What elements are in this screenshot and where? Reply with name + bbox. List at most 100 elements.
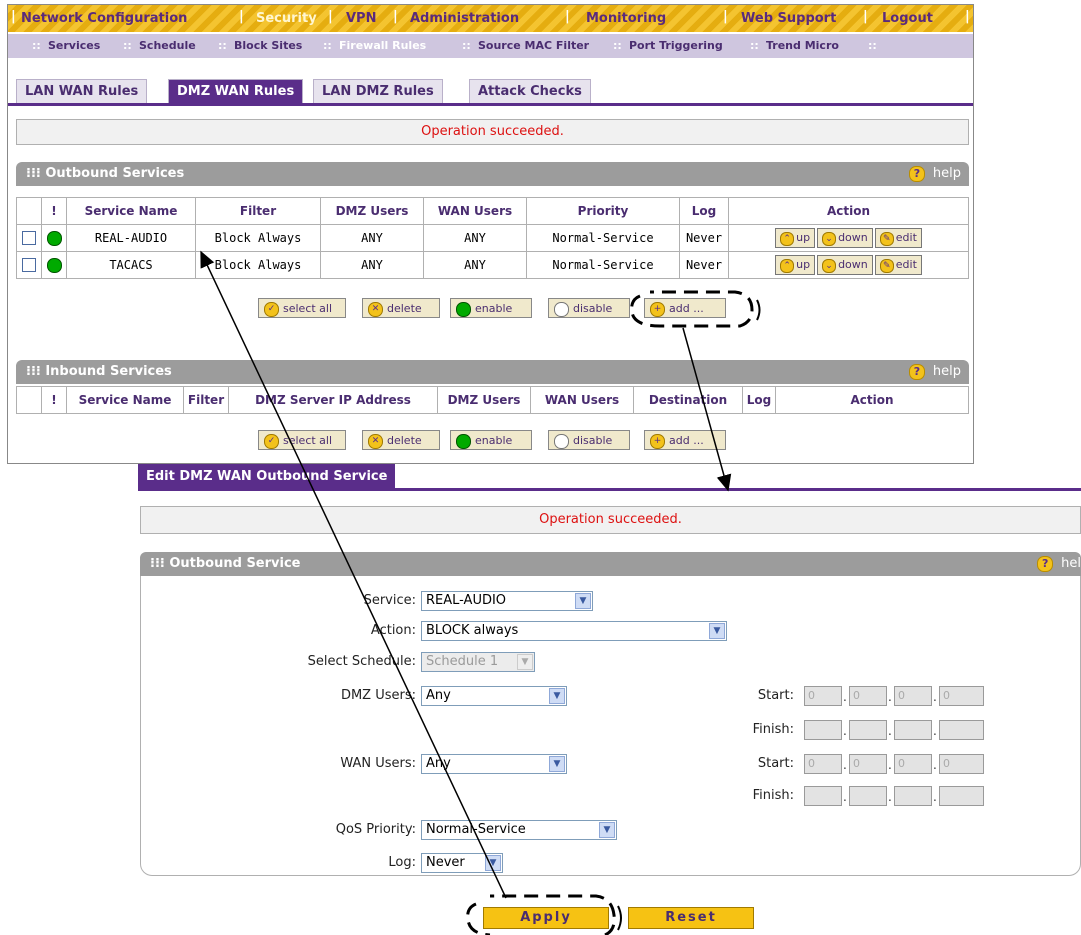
apply-button[interactable]: Apply <box>483 907 609 929</box>
cell-wan-users: ANY <box>423 224 527 252</box>
wan-users-select[interactable]: Any ▼ <box>421 754 567 774</box>
cell-service-name: TACACS <box>66 251 196 279</box>
qos-priority-select[interactable]: Normal-Service ▼ <box>421 820 617 840</box>
col-status: ! <box>41 197 67 225</box>
col-destination: Destination <box>633 386 743 414</box>
dmz-users-select[interactable]: Any ▼ <box>421 686 567 706</box>
dmz-start-ip-octet-1[interactable]: 0 <box>804 686 842 706</box>
cell-filter: Block Always <box>195 251 321 279</box>
sub-nav: :: Services :: Schedule :: Block Sites :… <box>8 34 973 58</box>
main-nav: | Network Configuration | Security | VPN… <box>8 5 973 32</box>
wan-start-ip-octet-2[interactable]: 0 <box>849 754 887 774</box>
log-select[interactable]: Never ▼ <box>421 853 503 873</box>
subnav-block-sites[interactable]: Block Sites <box>234 39 302 52</box>
reset-button[interactable]: Reset <box>628 907 754 929</box>
row-checkbox[interactable] <box>22 231 36 246</box>
nav-network-configuration[interactable]: Network Configuration <box>21 11 187 26</box>
tab-dmz-wan-rules[interactable]: DMZ WAN Rules <box>168 79 304 103</box>
cell-filter: Block Always <box>195 224 321 252</box>
dmz-start-ip-octet-2[interactable]: 0 <box>849 686 887 706</box>
delete-button[interactable]: ✕ delete <box>362 298 440 318</box>
col-dmz-users: DMZ Users <box>320 197 424 225</box>
select-all-button[interactable]: ✓ select all <box>258 298 346 318</box>
service-select[interactable]: REAL-AUDIO ▼ <box>421 591 593 611</box>
nav-administration[interactable]: Administration <box>410 11 519 26</box>
outbound-services-title: Outbound Services <box>45 166 185 181</box>
dmz-start-ip-octet-4[interactable]: 0 <box>939 686 984 706</box>
col-wan-users: WAN Users <box>423 197 527 225</box>
subnav-source-mac-filter[interactable]: Source MAC Filter <box>478 39 589 52</box>
edit-button[interactable]: ✎ edit <box>874 228 922 248</box>
subnav-services[interactable]: Services <box>48 39 100 52</box>
nav-web-support[interactable]: Web Support <box>741 11 836 26</box>
col-log: Log <box>742 386 776 414</box>
subnav-schedule[interactable]: Schedule <box>139 39 196 52</box>
row-checkbox[interactable] <box>22 258 36 273</box>
disable-dot-icon <box>554 433 569 449</box>
nav-monitoring[interactable]: Monitoring <box>586 11 666 26</box>
move-up-button[interactable]: ⌃ up <box>775 255 816 275</box>
down-arrow-icon: ⌄ <box>822 232 837 246</box>
nav-security[interactable]: Security <box>256 11 317 26</box>
chevron-down-icon: ▼ <box>485 855 501 871</box>
col-action: Action <box>728 197 969 225</box>
col-dmz-server-ip: DMZ Server IP Address <box>228 386 438 414</box>
dmz-finish-ip-octet-3[interactable] <box>894 720 932 740</box>
schedule-select[interactable]: Schedule 1 ▼ <box>421 652 535 672</box>
wan-finish-ip-octet-3[interactable] <box>894 786 932 806</box>
enable-button[interactable]: enable <box>450 298 532 318</box>
action-select[interactable]: BLOCK always ▼ <box>421 621 727 641</box>
wan-finish-ip-octet-2[interactable] <box>849 786 887 806</box>
tab-attack-checks[interactable]: Attack Checks <box>469 79 591 103</box>
move-down-button[interactable]: ⌄ down <box>817 228 873 248</box>
cell-service-name: REAL-AUDIO <box>66 224 196 252</box>
edit-button[interactable]: ✎ edit <box>874 255 922 275</box>
dmz-finish-ip-octet-4[interactable] <box>939 720 984 740</box>
select-all-button[interactable]: ✓ select all <box>258 430 346 450</box>
nav-logout[interactable]: Logout <box>882 11 933 26</box>
dmz-finish-ip-octet-1[interactable] <box>804 720 842 740</box>
dmz-finish-ip-octet-2[interactable] <box>849 720 887 740</box>
wan-start-ip-octet-1[interactable]: 0 <box>804 754 842 774</box>
wan-start-label: Start: <box>757 756 794 771</box>
outbound-help-link[interactable]: ? help <box>908 162 961 186</box>
cell-actions: ⌃ up ⌄ down ✎ edit <box>728 224 969 252</box>
add-button[interactable]: + add ... <box>644 298 726 318</box>
wan-finish-ip-octet-4[interactable] <box>939 786 984 806</box>
chevron-down-icon: ▼ <box>599 822 615 838</box>
help-icon: ? <box>908 364 925 380</box>
add-button[interactable]: + add ... <box>644 430 726 450</box>
subnav-trend-micro[interactable]: Trend Micro <box>766 39 839 52</box>
disable-button[interactable]: disable <box>548 430 630 450</box>
edit-help-link[interactable]: ? hel <box>1037 552 1081 576</box>
dmz-start-ip-octet-3[interactable]: 0 <box>894 686 932 706</box>
outbound-services-table: ! Service Name Filter DMZ Users WAN User… <box>16 197 969 279</box>
wan-start-ip-octet-3[interactable]: 0 <box>894 754 932 774</box>
wan-finish-ip-octet-1[interactable] <box>804 786 842 806</box>
wan-start-ip-octet-4[interactable]: 0 <box>939 754 984 774</box>
disable-button[interactable]: disable <box>548 298 630 318</box>
pencil-icon: ✎ <box>879 259 894 273</box>
subnav-port-triggering[interactable]: Port Triggering <box>629 39 723 52</box>
col-filter: Filter <box>183 386 229 414</box>
inbound-help-link[interactable]: ? help <box>908 360 961 384</box>
col-log: Log <box>679 197 729 225</box>
disable-dot-icon <box>554 301 569 317</box>
tab-lan-wan-rules[interactable]: LAN WAN Rules <box>16 79 148 103</box>
cell-log: Never <box>679 224 729 252</box>
table-row: REAL-AUDIO Block Always ANY ANY Normal-S… <box>16 224 969 252</box>
tab-underline <box>138 488 1081 491</box>
cell-priority: Normal-Service <box>526 251 680 279</box>
dmz-start-label: Start: <box>757 688 794 703</box>
qos-priority-label: QoS Priority: <box>335 822 416 837</box>
move-up-button[interactable]: ⌃ up <box>775 228 816 248</box>
tab-lan-dmz-rules[interactable]: LAN DMZ Rules <box>313 79 443 103</box>
subnav-firewall-rules[interactable]: Firewall Rules <box>339 39 426 52</box>
wan-finish-label: Finish: <box>752 788 794 803</box>
enable-button[interactable]: enable <box>450 430 532 450</box>
edit-status-message: Operation succeeded. <box>140 506 1081 534</box>
move-down-button[interactable]: ⌄ down <box>817 255 873 275</box>
delete-button[interactable]: ✕ delete <box>362 430 440 450</box>
nav-vpn[interactable]: VPN <box>346 11 376 26</box>
help-icon: ? <box>1037 556 1054 572</box>
